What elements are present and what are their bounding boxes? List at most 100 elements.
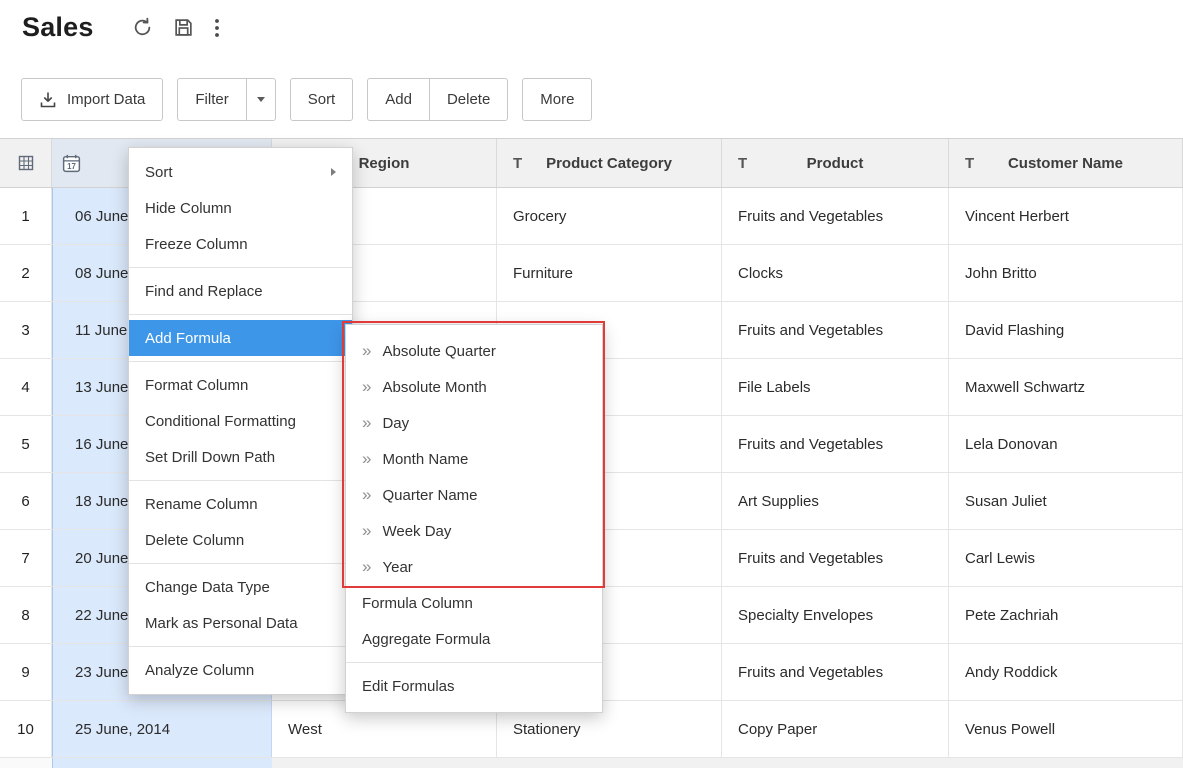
more-button[interactable]: More <box>522 78 592 121</box>
menu-item-sort[interactable]: Sort <box>129 154 352 190</box>
submenu-item-absolute-month[interactable]: » Absolute Month <box>346 369 602 405</box>
row-number[interactable]: 6 <box>0 473 52 529</box>
menu-item-hide-column[interactable]: Hide Column <box>129 190 352 226</box>
cell-customer[interactable]: Pete Zachriah <box>949 587 1183 643</box>
import-download-icon <box>39 91 57 109</box>
cell-date[interactable]: 25 June, 2014 <box>52 701 272 757</box>
add-label: Add <box>385 91 412 108</box>
cell-product[interactable]: Fruits and Vegetables <box>722 530 949 586</box>
double-chevron-icon: » <box>362 486 371 503</box>
row-number[interactable]: 1 <box>0 188 52 244</box>
row-number[interactable]: 2 <box>0 245 52 301</box>
menu-item-delete-column[interactable]: Delete Column <box>129 522 352 558</box>
cell-product[interactable]: Copy Paper <box>722 701 949 757</box>
import-data-button[interactable]: Import Data <box>21 78 163 121</box>
submenu-item-formula-column[interactable]: Formula Column <box>346 585 602 621</box>
cell-category[interactable]: Furniture <box>497 245 722 301</box>
cell-customer[interactable]: John Britto <box>949 245 1183 301</box>
filter-split-button: Filter <box>177 78 275 121</box>
cell-product[interactable]: Art Supplies <box>722 473 949 529</box>
refresh-button[interactable] <box>132 17 153 38</box>
submenu-item-quarter-name[interactable]: » Quarter Name <box>346 477 602 513</box>
row-number[interactable]: 7 <box>0 530 52 586</box>
cell-product[interactable]: Fruits and Vegetables <box>722 416 949 472</box>
text-type-icon: T <box>738 155 747 172</box>
cell-customer[interactable]: Susan Juliet <box>949 473 1183 529</box>
menu-item-change-data-type[interactable]: Change Data Type <box>129 569 352 605</box>
menu-item-mark-as-personal-data[interactable]: Mark as Personal Data <box>129 605 352 641</box>
double-chevron-icon: » <box>362 522 371 539</box>
cell-product[interactable]: Fruits and Vegetables <box>722 644 949 700</box>
cell-customer[interactable]: Venus Powell <box>949 701 1183 757</box>
save-icon <box>173 17 194 38</box>
delete-label: Delete <box>447 91 490 108</box>
column-context-menu: Sort Hide Column Freeze Column Find and … <box>128 147 353 695</box>
title-bar: Sales <box>22 12 240 43</box>
submenu-item-edit-formulas[interactable]: Edit Formulas <box>346 668 602 704</box>
submenu-item-month-name[interactable]: » Month Name <box>346 441 602 477</box>
text-type-icon: T <box>965 155 974 172</box>
product-column-header[interactable]: T Product <box>722 139 949 187</box>
add-button[interactable]: Add <box>368 79 429 120</box>
row-number[interactable]: 3 <box>0 302 52 358</box>
filter-dropdown-toggle[interactable] <box>246 79 275 120</box>
cell-customer[interactable]: David Flashing <box>949 302 1183 358</box>
import-data-label: Import Data <box>67 91 145 108</box>
menu-item-set-drill-down-path[interactable]: Set Drill Down Path <box>129 439 352 475</box>
row-number[interactable]: 4 <box>0 359 52 415</box>
cell-customer[interactable]: Andy Roddick <box>949 644 1183 700</box>
cell-customer[interactable]: Carl Lewis <box>949 530 1183 586</box>
cell-customer[interactable]: Maxwell Schwartz <box>949 359 1183 415</box>
toolbar: Import Data Filter Sort Add Delete More <box>21 78 592 121</box>
menu-divider <box>129 480 352 481</box>
menu-item-format-column[interactable]: Format Column <box>129 367 352 403</box>
double-chevron-icon: » <box>362 558 371 575</box>
more-label: More <box>540 91 574 108</box>
more-options-kebab-button[interactable] <box>214 18 220 38</box>
menu-item-find-and-replace[interactable]: Find and Replace <box>129 273 352 309</box>
calendar-icon: 17 <box>61 153 82 174</box>
cell-customer[interactable]: Vincent Herbert <box>949 188 1183 244</box>
partial-next-row <box>0 758 1183 768</box>
kebab-menu-icon <box>214 18 220 38</box>
menu-item-analyze-column[interactable]: Analyze Column <box>129 652 352 688</box>
cell-product[interactable]: Specialty Envelopes <box>722 587 949 643</box>
save-button[interactable] <box>173 17 194 38</box>
customer-name-column-header[interactable]: T Customer Name <box>949 139 1183 187</box>
menu-item-add-formula[interactable]: Add Formula <box>129 320 352 356</box>
sort-button[interactable]: Sort <box>290 78 354 121</box>
cell-product[interactable]: Clocks <box>722 245 949 301</box>
filter-label: Filter <box>195 91 228 108</box>
product-category-column-header[interactable]: T Product Category <box>497 139 722 187</box>
cell-product[interactable]: Fruits and Vegetables <box>722 302 949 358</box>
submenu-item-year[interactable]: » Year <box>346 549 602 585</box>
row-number[interactable]: 5 <box>0 416 52 472</box>
product-header-label: Product <box>807 155 864 172</box>
text-type-icon: T <box>513 155 522 172</box>
row-number[interactable]: 8 <box>0 587 52 643</box>
menu-divider <box>129 314 352 315</box>
menu-item-freeze-column[interactable]: Freeze Column <box>129 226 352 262</box>
page-title: Sales <box>22 12 94 43</box>
customer-header-label: Customer Name <box>1008 155 1123 172</box>
filter-button[interactable]: Filter <box>178 79 245 120</box>
menu-item-conditional-formatting[interactable]: Conditional Formatting <box>129 403 352 439</box>
calendar-day-number: 17 <box>67 162 76 171</box>
cell-customer[interactable]: Lela Donovan <box>949 416 1183 472</box>
double-chevron-icon: » <box>362 450 371 467</box>
submenu-item-week-day[interactable]: » Week Day <box>346 513 602 549</box>
cell-product[interactable]: Fruits and Vegetables <box>722 188 949 244</box>
submenu-item-absolute-quarter[interactable]: » Absolute Quarter <box>346 333 602 369</box>
delete-button[interactable]: Delete <box>429 79 507 120</box>
cell-product[interactable]: File Labels <box>722 359 949 415</box>
cell-category[interactable]: Grocery <box>497 188 722 244</box>
app-window: Sales <box>0 0 1183 768</box>
row-number[interactable]: 9 <box>0 644 52 700</box>
menu-item-rename-column[interactable]: Rename Column <box>129 486 352 522</box>
submenu-item-day[interactable]: » Day <box>346 405 602 441</box>
refresh-icon <box>132 17 153 38</box>
submenu-item-aggregate-formula[interactable]: Aggregate Formula <box>346 621 602 657</box>
row-number[interactable]: 10 <box>0 701 52 757</box>
double-chevron-icon: » <box>362 414 371 431</box>
select-all-header[interactable] <box>0 139 52 187</box>
